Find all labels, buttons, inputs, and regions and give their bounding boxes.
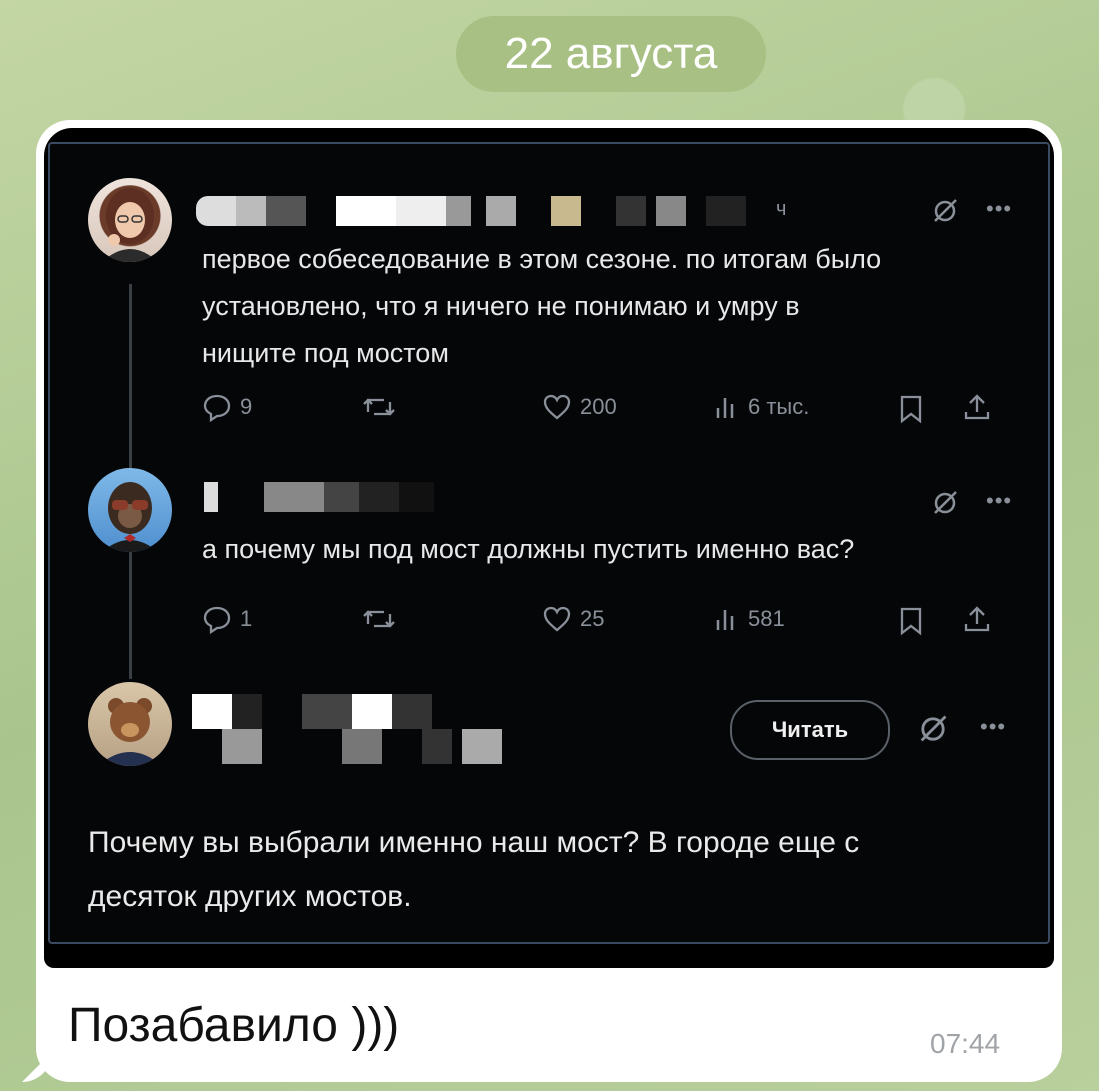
read-button[interactable]: Читать: [730, 700, 890, 760]
message-bubble[interactable]: ч ••• первое собеседование в этом сезоне…: [36, 120, 1062, 1082]
reply-count: 1: [240, 606, 253, 631]
like-button[interactable]: 200: [542, 392, 617, 422]
grok-icon[interactable]: [930, 196, 960, 231]
thread-line: [129, 284, 132, 476]
bookmark-icon[interactable]: [898, 606, 924, 641]
more-icon[interactable]: •••: [980, 714, 1006, 740]
tweet-text-line: Почему вы выбрали именно наш мост? В гор…: [88, 826, 860, 859]
tweet-text: Почему вы выбрали именно наш мост? В гор…: [88, 816, 859, 924]
views-icon: [716, 610, 734, 630]
redacted-username: [196, 196, 756, 226]
views-button[interactable]: 6 тыс.: [714, 392, 809, 422]
redacted-username: [192, 694, 522, 764]
grok-icon[interactable]: [930, 488, 960, 523]
retweet-icon: [363, 610, 395, 628]
like-button[interactable]: 25: [542, 604, 604, 634]
grok-icon[interactable]: [916, 712, 950, 751]
avatar[interactable]: [88, 468, 172, 552]
message-time: 07:44: [930, 1028, 1001, 1059]
like-count: 25: [580, 606, 605, 631]
tweet-text-line: десяток других мостов.: [88, 880, 412, 913]
reply-icon: [203, 606, 231, 634]
share-icon[interactable]: [962, 392, 992, 427]
avatar[interactable]: [88, 682, 172, 766]
share-icon[interactable]: [962, 604, 992, 639]
tweet-text: первое собеседование в этом сезоне. по и…: [202, 236, 881, 377]
reply-button[interactable]: 9: [202, 392, 252, 422]
tweet-thread: ч ••• первое собеседование в этом сезоне…: [48, 142, 1050, 944]
avatar-illustration: [98, 698, 162, 766]
avatar-illustration: [102, 482, 158, 552]
avatar[interactable]: [88, 178, 172, 262]
thread-line: [129, 549, 132, 679]
retweet-icon: [363, 398, 395, 416]
like-icon: [543, 394, 571, 420]
tweet-text: а почему мы под мост должны пустить имен…: [202, 526, 854, 573]
like-icon: [543, 606, 571, 632]
retweet-button[interactable]: [362, 604, 396, 634]
tweet-text-line: установлено, что я ничего не понимаю и у…: [202, 291, 800, 321]
reply-icon: [203, 394, 231, 422]
more-icon[interactable]: •••: [986, 488, 1012, 514]
message-caption: Позабавило ))): [68, 999, 400, 1052]
tweet-screenshot-image[interactable]: ч ••• первое собеседование в этом сезоне…: [44, 128, 1054, 968]
views-icon: [716, 398, 734, 418]
redacted-username: [204, 482, 444, 512]
views-button[interactable]: 581: [714, 604, 785, 634]
tweet-text-line: первое собеседование в этом сезоне. по и…: [202, 244, 882, 274]
reply-count: 9: [240, 394, 253, 419]
tweet-timestamp: ч: [776, 198, 787, 220]
tweet-text-line: нищите под мостом: [202, 338, 449, 368]
tweet-text-line: а почему мы под мост должны пустить имен…: [202, 534, 855, 564]
views-count: 581: [748, 606, 785, 631]
reply-button[interactable]: 1: [202, 604, 252, 634]
avatar-illustration: [102, 188, 158, 262]
bookmark-icon[interactable]: [898, 394, 924, 429]
date-separator: 22 августа: [456, 16, 766, 92]
more-icon[interactable]: •••: [986, 196, 1012, 222]
like-count: 200: [580, 394, 617, 419]
retweet-button[interactable]: [362, 392, 396, 422]
views-count: 6 тыс.: [748, 394, 810, 419]
